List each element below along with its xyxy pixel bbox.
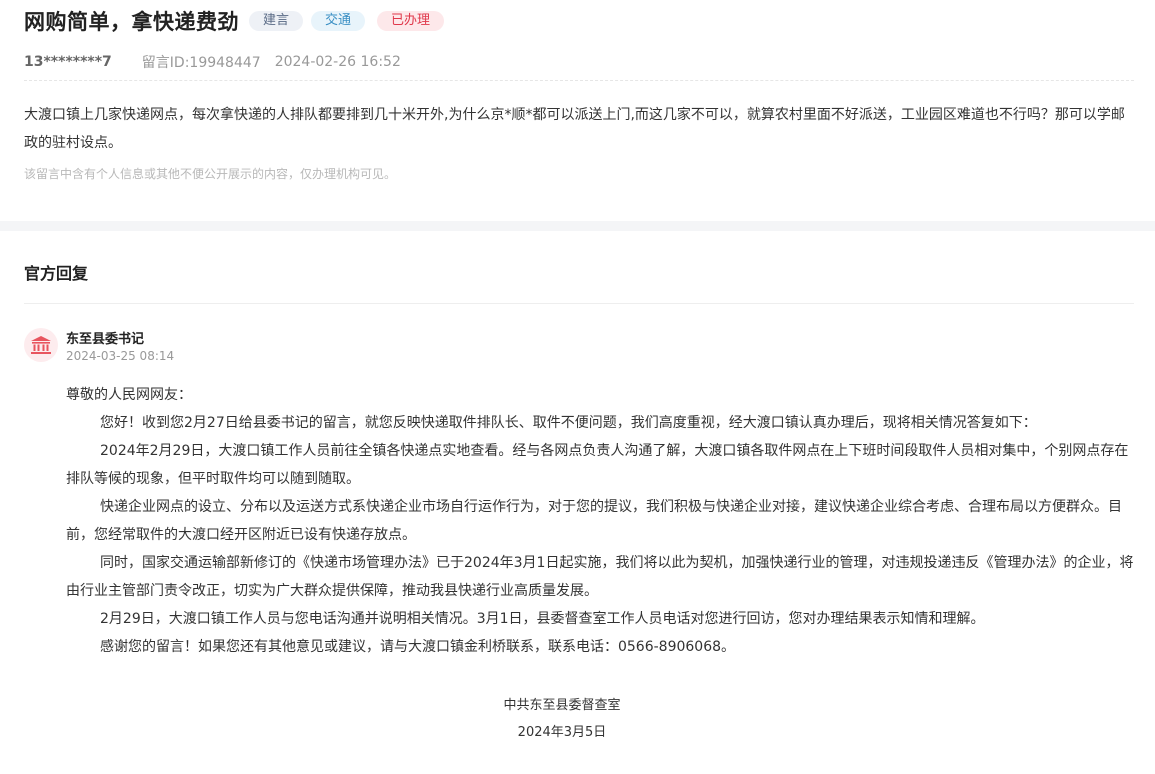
divider xyxy=(24,303,1134,304)
reply-org-name: 东至县委书记 xyxy=(66,332,145,347)
tag-suggestion[interactable]: 建言 xyxy=(249,11,304,31)
tag-transport[interactable]: 交通 xyxy=(311,11,366,31)
reply-time: 2024-03-25 08:14 xyxy=(66,349,175,363)
reply-paragraph: 2024年2月29日，大渡口镇工作人员前往全镇各快递点实地查看。经与各网点负责人… xyxy=(66,443,1129,487)
post-user: 13********7 xyxy=(24,54,112,70)
reply-body: 尊敬的人民网网友： 您好！收到您2月27日给县委书记的留言，就您反映快递取件排队… xyxy=(66,381,1136,661)
signature-org: 中共东至县委督查室 xyxy=(503,698,621,713)
official-reply-title: 官方回复 xyxy=(24,264,89,283)
status-badge: 已办理 xyxy=(377,11,445,31)
reply-greeting: 尊敬的人民网网友： xyxy=(66,387,192,403)
page-title: 网购简单，拿快递费劲 xyxy=(24,10,239,34)
privacy-notice: 该留言中含有个人信息或其他不便公开展示的内容，仅办理机构可见。 xyxy=(24,167,397,181)
reply-paragraph: 快递企业网点的设立、分布以及运送方式系快递企业市场自行运作行为，对于您的提议，我… xyxy=(66,499,1122,543)
section-divider xyxy=(0,221,1155,231)
page: 网购简单，拿快递费劲 建言 交通 已办理 13********7 留言ID:19… xyxy=(0,0,1155,774)
reply-paragraph: 感谢您的留言！如果您还有其他意见或建议，请与大渡口镇金利桥联系，联系电话：056… xyxy=(100,639,736,655)
post-meta: 13********7 留言ID:19948447 2024-02-26 16:… xyxy=(24,52,401,72)
post-content: 大渡口镇上几家快递网点，每次拿快递的人排队都要排到几十米开外,为什么京*顺*都可… xyxy=(24,107,1125,151)
divider xyxy=(24,80,1134,81)
signature-date: 2024年3月5日 xyxy=(517,725,607,740)
reply-paragraph: 2月29日，大渡口镇工作人员与您电话沟通并说明相关情况。3月1日，县委督查室工作… xyxy=(100,611,985,627)
post-time: 2024-02-26 16:52 xyxy=(274,54,401,70)
reply-paragraph: 您好！收到您2月27日给县委书记的留言，就您反映快递取件排队长、取件不便问题，我… xyxy=(100,415,1037,431)
title-row: 网购简单，拿快递费劲 建言 交通 已办理 xyxy=(24,6,445,36)
post-id: 留言ID:19948447 xyxy=(141,55,261,71)
government-building-icon xyxy=(24,328,58,362)
reply-paragraph: 同时，国家交通运输部新修订的《快递市场管理办法》已于2024年3月1日起实施，我… xyxy=(66,555,1134,599)
